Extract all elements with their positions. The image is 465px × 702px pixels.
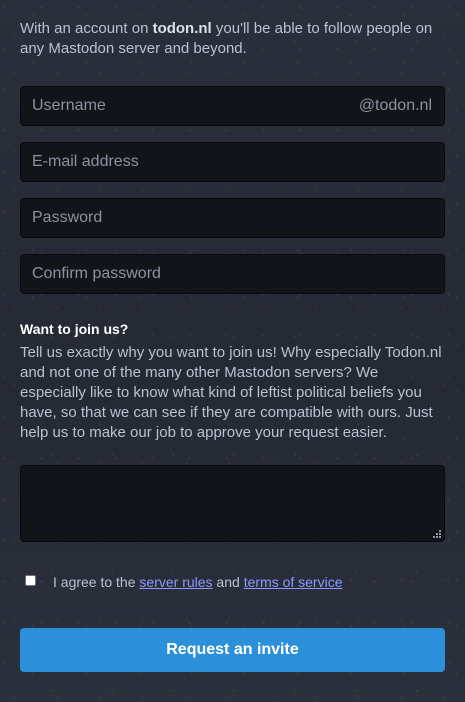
email-placeholder: E-mail address — [32, 153, 139, 170]
reason-hint: Tell us exactly why you want to join us!… — [20, 344, 442, 441]
agreement-text: I agree to the server rules and terms of… — [53, 574, 343, 590]
terms-of-service-link[interactable]: terms of service — [244, 574, 343, 590]
username-placeholder: Username — [32, 97, 106, 114]
username-field[interactable]: Username @todon.nl — [20, 86, 445, 126]
confirm-password-field[interactable]: Confirm password — [20, 254, 445, 294]
intro-domain: todon.nl — [152, 20, 212, 37]
intro-prefix: With an account on — [20, 20, 153, 37]
request-invite-button[interactable]: Request an invite — [20, 628, 445, 672]
reason-title: Want to join us? — [20, 321, 129, 337]
agreement-prefix: I agree to the — [53, 574, 140, 590]
email-field[interactable]: E-mail address — [20, 142, 445, 182]
agreement-middle: and — [212, 574, 244, 590]
resize-handle-icon[interactable] — [433, 530, 441, 538]
reason-textarea[interactable] — [20, 465, 445, 542]
agreement-checkbox[interactable] — [25, 574, 36, 586]
confirm-password-placeholder: Confirm password — [32, 265, 161, 282]
password-field[interactable]: Password — [20, 198, 445, 238]
username-domain-suffix: @todon.nl — [358, 97, 432, 114]
password-placeholder: Password — [32, 209, 103, 226]
agreement-row: I agree to the server rules and terms of… — [20, 572, 445, 592]
intro-text: With an account on todon.nl you'll be ab… — [20, 19, 445, 59]
server-rules-link[interactable]: server rules — [139, 574, 212, 590]
